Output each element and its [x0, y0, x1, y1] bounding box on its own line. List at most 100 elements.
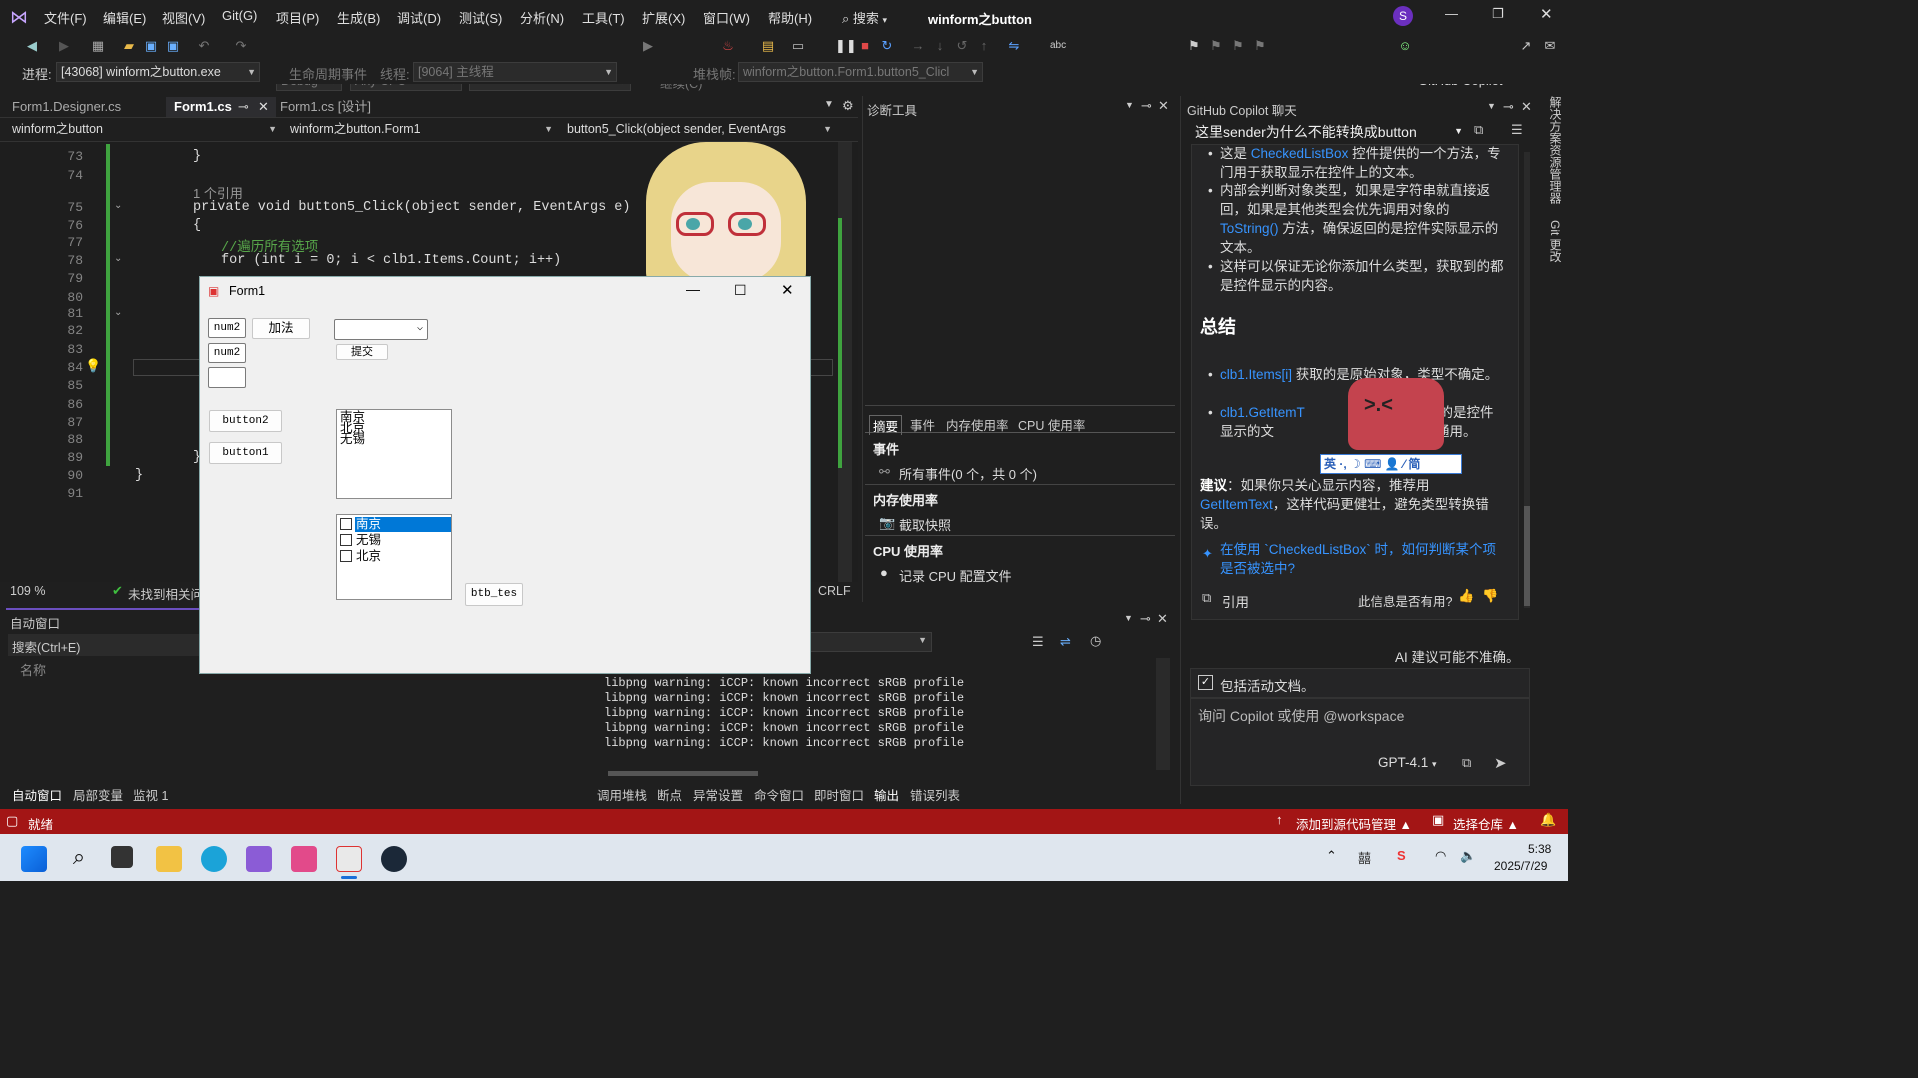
list-box-item[interactable]: 无锡 — [340, 433, 365, 446]
menu-item-2[interactable]: 视图(V) — [162, 8, 205, 27]
num2-textbox-a[interactable]: num2 — [208, 318, 246, 338]
step-into-icon[interactable]: ↓ — [932, 38, 948, 54]
ime-toolbar[interactable]: 英 ·, ☽ ⌨ 👤 ⁄ 简 — [1320, 454, 1462, 474]
attach-icon[interactable]: ⧉ — [1462, 755, 1471, 771]
output-tab-4[interactable]: 即时窗口 — [814, 785, 864, 804]
menu-item-9[interactable]: 工具(T) — [582, 8, 625, 27]
chat-scrollbar[interactable] — [1524, 152, 1530, 608]
step-out-icon[interactable]: ↺ — [954, 38, 970, 54]
button2[interactable]: button2 — [209, 410, 282, 432]
back-icon[interactable]: ◀ — [24, 38, 40, 54]
fold-chevron-icon[interactable]: ⌄ — [114, 253, 122, 264]
start-icon[interactable] — [21, 846, 47, 872]
checked-list-box[interactable]: 南京 无锡 北京 — [336, 514, 452, 600]
form1-window[interactable]: ▣ Form1 — ☐ ✕ num2 加法 ⌵ num2 提交 button2 … — [199, 276, 811, 674]
item-checkbox[interactable] — [340, 534, 352, 546]
output-tab-2[interactable]: 异常设置 — [693, 785, 743, 804]
bookmark-next-icon[interactable]: ⚑ — [1230, 38, 1246, 54]
steam-icon[interactable] — [381, 846, 407, 872]
fold-chevron-icon[interactable]: ⌄ — [114, 200, 122, 211]
member-nav[interactable]: button5_Click(object sender, EventArgs ▼ — [563, 120, 835, 140]
code-link[interactable]: GetItemText — [1200, 497, 1273, 512]
close-tab-icon[interactable]: ✕ — [258, 97, 269, 117]
combo-box[interactable]: ⌵ — [334, 319, 428, 340]
issues-status[interactable]: 未找到相关问 — [128, 584, 203, 603]
media-app-icon[interactable] — [291, 846, 317, 872]
diag-tab-0[interactable]: 摘要 — [869, 415, 903, 435]
form-close-button[interactable]: ✕ — [781, 281, 794, 299]
output-tab-6[interactable]: 错误列表 — [910, 785, 960, 804]
menu-item-0[interactable]: 文件(F) — [44, 8, 87, 27]
new-project-icon[interactable]: ▦ — [90, 38, 106, 54]
item-checkbox[interactable] — [340, 550, 352, 562]
spellcheck-icon[interactable]: abc — [1050, 38, 1066, 54]
clock-icon[interactable]: ◷ — [1090, 633, 1101, 649]
add-button[interactable]: 加法 — [252, 318, 310, 339]
ime-icon[interactable]: 囍 — [1358, 848, 1371, 867]
bookmark-prev-icon[interactable]: ⚑ — [1208, 38, 1224, 54]
tab-form1-design[interactable]: Form1.cs [设计] — [280, 97, 371, 117]
all-events-link[interactable]: 所有事件(0 个，共 0 个) — [899, 464, 1037, 483]
code-link[interactable]: clb1.GetItemT — [1220, 405, 1305, 420]
class-nav[interactable]: winform之button.Form1 ▼ — [286, 120, 556, 140]
notification-icon[interactable]: 🔔 — [1540, 812, 1556, 828]
thread-list-icon[interactable]: ☰ — [1511, 122, 1523, 138]
panel-menu-icon[interactable]: ▼ — [1125, 100, 1134, 110]
panel-menu-icon[interactable]: ▼ — [1124, 613, 1133, 623]
stop-icon[interactable]: ■ — [857, 38, 873, 54]
redo-icon[interactable]: ↷ — [233, 38, 249, 54]
antivirus-icon[interactable]: S — [1397, 848, 1406, 863]
browser-link-icon[interactable]: ▤ — [760, 38, 776, 54]
select-repo-button[interactable]: 选择仓库 ▲ — [1453, 814, 1519, 833]
avatar[interactable]: S — [1393, 6, 1413, 26]
file-explorer-icon[interactable] — [156, 846, 182, 872]
step-up-icon[interactable]: ↑ — [976, 38, 992, 54]
thumbs-down-icon[interactable]: 👎 — [1482, 588, 1498, 604]
thread-select[interactable]: [9064] 主线程 ▼ — [413, 62, 617, 82]
clear-output-icon[interactable]: ☰ — [1032, 634, 1044, 650]
pin-icon[interactable]: ⊸ — [1140, 611, 1151, 627]
pin-icon[interactable]: ⊸ — [1503, 99, 1514, 115]
scroll-thumb[interactable] — [838, 218, 842, 468]
breakpoint-lightbulb-icon[interactable]: 💡 — [85, 358, 101, 374]
search-icon[interactable]: ⌕ — [66, 844, 92, 870]
tab-form1-cs[interactable]: Form1.cs ⊸ ✕ — [166, 97, 276, 117]
menu-item-12[interactable]: 帮助(H) — [768, 8, 812, 27]
thread-select[interactable]: 这里sender为什么不能转换成button ▼ — [1195, 122, 1465, 142]
diag-tab-2[interactable]: 内存使用率 — [943, 415, 1012, 434]
maximize-button[interactable]: ❐ — [1492, 6, 1504, 22]
step-over-icon[interactable]: → — [910, 38, 926, 54]
new-thread-icon[interactable]: ⧉ — [1474, 122, 1483, 138]
result-textbox[interactable] — [208, 367, 246, 388]
eol-status[interactable]: CRLF — [818, 584, 851, 598]
num2-textbox-b[interactable]: num2 — [208, 343, 246, 363]
menu-item-5[interactable]: 生成(B) — [337, 8, 380, 27]
pin-icon[interactable]: ⊸ — [1141, 98, 1152, 114]
autos-tab-1[interactable]: 局部变量 — [73, 785, 123, 804]
send-icon[interactable]: ➤ — [1494, 754, 1507, 772]
code-link[interactable]: clb1.Items[i] — [1220, 367, 1292, 382]
pause-icon[interactable]: ❚❚ — [835, 38, 857, 54]
bookmark-clear-icon[interactable]: ⚑ — [1252, 38, 1268, 54]
git-changes-tab[interactable]: Git 更改 — [1547, 220, 1564, 263]
search-box[interactable]: ⌕ 搜索 ▾ — [842, 8, 887, 27]
stack-select[interactable]: winform之button.Form1.button5_Clicl ▼ — [738, 62, 983, 82]
output-tab-0[interactable]: 调用堆栈 — [597, 785, 647, 804]
lifecycle-events[interactable]: 生命周期事件 — [289, 64, 367, 83]
btb-tes-button[interactable]: btb_tes — [465, 583, 523, 606]
share-icon[interactable]: ↗ — [1518, 38, 1534, 54]
checked-list-item[interactable]: 无锡 — [339, 533, 449, 548]
output-hscrollbar[interactable] — [608, 771, 758, 776]
diag-tab-1[interactable]: 事件 — [907, 415, 938, 434]
output-source-select[interactable]: ▼ — [792, 632, 932, 652]
followup-suggestion[interactable]: 在使用 `CheckedListBox` 时，如何判断某个项是否被选中? — [1220, 540, 1506, 578]
snapshot-button[interactable]: 截取快照 — [899, 515, 951, 534]
menu-item-10[interactable]: 扩展(X) — [642, 8, 685, 27]
panel-menu-icon[interactable]: ▼ — [1487, 101, 1496, 111]
fold-chevron-icon[interactable]: ⌄ — [114, 307, 122, 318]
output-tab-3[interactable]: 命令窗口 — [754, 785, 804, 804]
checked-list-item[interactable]: 南京 — [339, 517, 451, 532]
tab-overflow-icon[interactable]: ▼ — [824, 99, 834, 110]
visual-studio-icon[interactable] — [246, 846, 272, 872]
pin-icon[interactable]: ⊸ — [238, 97, 249, 117]
